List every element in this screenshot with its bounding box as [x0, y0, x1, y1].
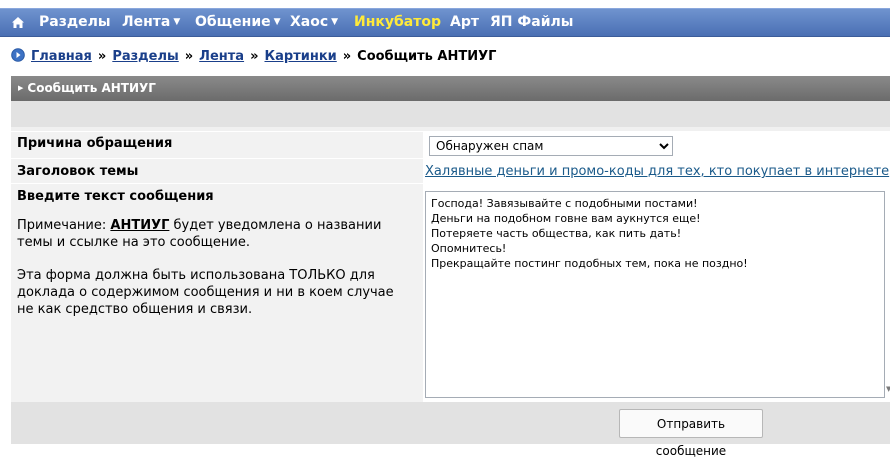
note-antiug: АНТИУГ [110, 218, 170, 233]
panel-spacer [11, 101, 890, 127]
panel-title: Сообщить АНТИУГ [27, 81, 156, 95]
breadcrumb-lenta-link[interactable]: Лента [199, 49, 244, 64]
breadcrumb-current: Сообщить АНТИУГ [357, 49, 497, 64]
topic-label: Заголовок темы [17, 164, 139, 179]
reason-label: Причина обращения [17, 136, 173, 151]
breadcrumb-separator: » [250, 49, 259, 64]
nav-item-yap-faily[interactable]: ЯП Файлы [490, 9, 573, 36]
reason-select[interactable]: Обнаружен спам [429, 136, 673, 156]
send-message-button[interactable]: Отправить сообщение [619, 409, 763, 458]
breadcrumb: Главная » Разделы » Лента » Картинки » Сообщить … [11, 48, 496, 66]
scroll-down-icon[interactable]: ▼ [886, 385, 890, 393]
nav-strip: Разделы Лента ▼ Общение ▼ Хаос ▼ Инкубатор … [0, 8, 890, 37]
panel-header: ▶ Сообщить АНТИУГ [11, 76, 890, 101]
breadcrumb-separator: » [342, 49, 352, 64]
nav-item-art[interactable]: Арт [450, 9, 479, 36]
reason-row: Причина обращения Обнаружен спам [11, 131, 890, 158]
nav-item-razdely[interactable]: Разделы [39, 9, 111, 36]
message-label: Введите текст сообщения [17, 189, 214, 204]
message-textarea[interactable]: Господа! Завязывайте с подобными постами… [425, 191, 885, 398]
circle-arrow-icon [11, 48, 25, 62]
triangle-right-icon: ▶ [18, 84, 24, 92]
nav-item-lenta[interactable]: Лента ▼ [122, 9, 180, 36]
topic-row: Заголовок темы Халявные деньги и промо-к… [11, 158, 890, 183]
breadcrumb-home-link[interactable]: Главная [31, 49, 92, 64]
form-footer: Отправить сообщение [11, 402, 890, 458]
message-row: Введите текст сообщения Примечание: АНТИ… [11, 183, 890, 403]
breadcrumb-razdely-link[interactable]: Разделы [112, 49, 178, 64]
breadcrumb-separator: » [184, 49, 194, 64]
nav-item-khaos[interactable]: Хаос ▼ [290, 9, 338, 36]
form-note: Примечание: АНТИУГ будет уведомлена о на… [17, 217, 409, 334]
breadcrumb-separator: » [97, 49, 107, 64]
note-paragraph-2: Эта форма должна быть использована ТОЛЬК… [17, 268, 394, 317]
topic-link[interactable]: Халявные деньги и промо-коды для тех, кт… [425, 164, 889, 179]
triangle-down-icon: ▼ [273, 17, 281, 27]
note-paragraph-1: Примечание: АНТИУГ будет уведомлена о на… [17, 218, 382, 250]
triangle-down-icon: ▼ [173, 17, 181, 27]
triangle-down-icon: ▼ [331, 17, 339, 27]
nav-item-obshchenie[interactable]: Общение ▼ [195, 9, 281, 36]
nav-item-inkubator[interactable]: Инкубатор [354, 9, 441, 36]
breadcrumb-kartinki-link[interactable]: Картинки [264, 49, 336, 64]
home-icon[interactable] [11, 16, 25, 29]
top-navbar: Разделы Лента ▼ Общение ▼ Хаос ▼ Инкубатор … [0, 0, 890, 43]
